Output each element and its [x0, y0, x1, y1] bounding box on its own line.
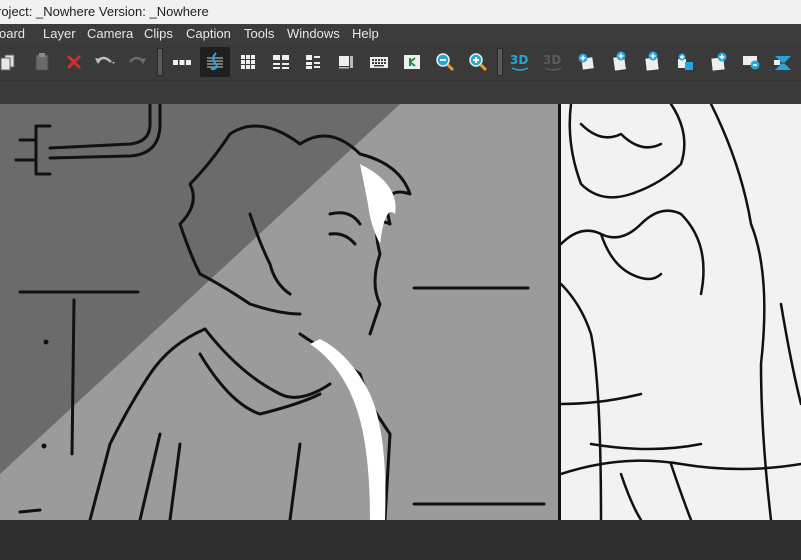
menu-camera[interactable]: Camera [85, 24, 135, 44]
menu-help[interactable]: Help [350, 24, 381, 44]
camera-panel-icon[interactable] [736, 47, 766, 77]
new-panel-icon[interactable] [637, 47, 667, 77]
delete-icon[interactable] [59, 47, 89, 77]
split-panel-icon[interactable] [670, 47, 700, 77]
import-panel-icon[interactable] [703, 47, 733, 77]
menu-storyboard[interactable]: oard [0, 24, 27, 44]
bottom-bar [0, 520, 801, 560]
window-titlebar: roject: _Nowhere Version: _Nowhere [0, 0, 801, 24]
menu-windows[interactable]: Windows [285, 24, 342, 44]
grid-view-icon[interactable] [233, 47, 263, 77]
window-title: roject: _Nowhere Version: _Nowhere [0, 4, 209, 19]
3d-label: 3D [510, 53, 528, 67]
keyboard-icon[interactable] [364, 47, 394, 77]
zoom-in-icon[interactable] [463, 47, 493, 77]
menu-caption[interactable]: Caption [184, 24, 233, 44]
3d-icon[interactable]: 3D [505, 47, 535, 77]
toolbar-gap [0, 80, 801, 105]
paste-icon[interactable] [27, 47, 57, 77]
redo-icon[interactable] [121, 47, 151, 77]
copy-icon[interactable] [0, 47, 22, 77]
panel-drawing [0, 104, 558, 520]
panel-next-drawing [559, 104, 801, 520]
sound-clef-icon[interactable] [200, 47, 230, 77]
storyboard-panel-current[interactable] [0, 104, 558, 520]
menu-clips[interactable]: Clips [142, 24, 175, 44]
toolbar: 3D 3D [0, 44, 801, 80]
menu-layer[interactable]: Layer [41, 24, 78, 44]
strip-view-icon[interactable] [167, 47, 197, 77]
stage-view [0, 104, 801, 520]
panel-view-icon[interactable] [331, 47, 361, 77]
storyboard-k-icon[interactable] [397, 47, 427, 77]
3d-disabled-label: 3D [543, 53, 561, 67]
undo-icon[interactable] [90, 47, 120, 77]
thumbnails-view-icon[interactable] [266, 47, 296, 77]
add-panel-icon[interactable] [571, 47, 601, 77]
toolbar-separator [497, 48, 503, 76]
duplicate-panel-icon[interactable] [604, 47, 634, 77]
3d-disabled-icon: 3D [538, 47, 568, 77]
storyboard-panel-next[interactable] [559, 104, 801, 520]
transition-icon[interactable] [768, 47, 798, 77]
menu-tools[interactable]: Tools [242, 24, 276, 44]
list-view-icon[interactable] [298, 47, 328, 77]
menu-bar: oard Layer Camera Clips Caption Tools Wi… [0, 24, 801, 44]
toolbar-separator [157, 48, 163, 76]
zoom-out-icon[interactable] [430, 47, 460, 77]
